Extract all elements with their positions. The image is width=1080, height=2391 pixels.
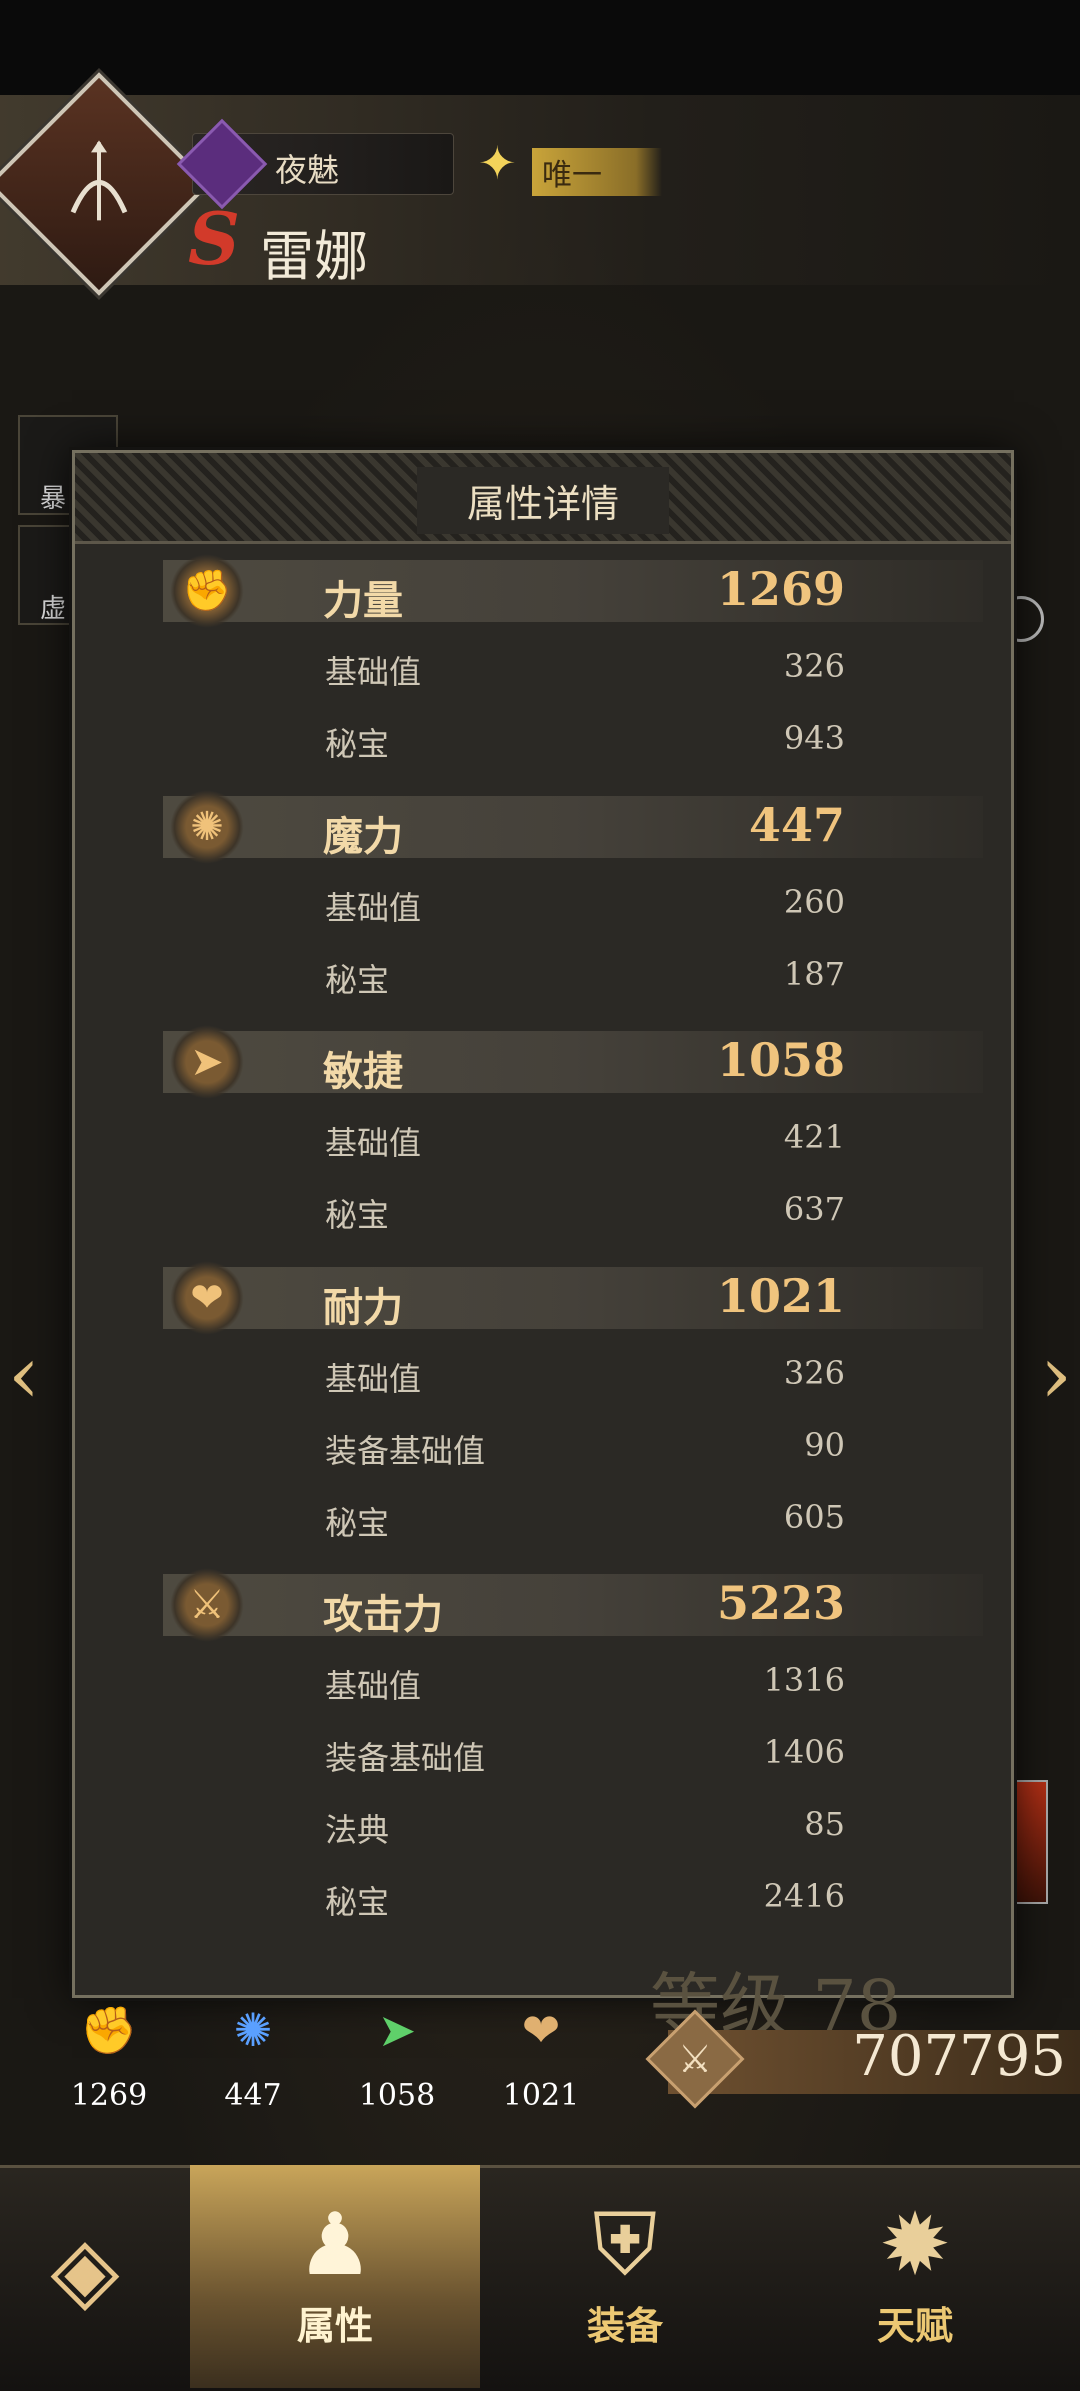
- stat-name: 耐力: [323, 1284, 403, 1331]
- body-icon: ♟: [296, 2195, 374, 2295]
- row-label: 基础值: [325, 653, 422, 691]
- modal-title: 属性详情: [416, 467, 669, 534]
- stat-header: [163, 560, 983, 622]
- stat-name: 敏捷: [323, 1048, 403, 1095]
- stat-row: 装备基础值 1406: [75, 1717, 1011, 1789]
- prev-hero-arrow-icon[interactable]: ‹: [8, 1310, 48, 1440]
- tab-label: 天赋: [876, 2303, 953, 2348]
- stat-row: 秘宝 605: [75, 1482, 1011, 1554]
- row-value: 326: [783, 647, 845, 685]
- row-value: 85: [804, 1805, 845, 1843]
- row-label: 基础值: [325, 1124, 422, 1162]
- crossed-swords-icon: ⚔: [170, 1568, 244, 1642]
- row-value: 90: [804, 1426, 845, 1464]
- stat-name: 攻击力: [323, 1591, 443, 1638]
- row-label: 秘宝: [325, 725, 390, 763]
- stat-header: [163, 1267, 983, 1329]
- tab-talent[interactable]: ✹ 天赋: [770, 2165, 1060, 2388]
- diamond-icon[interactable]: ◈: [30, 2215, 140, 2325]
- attr-summary-stamina[interactable]: ❤ 1021: [486, 1990, 596, 2113]
- stat-total: 1021: [716, 1269, 845, 1323]
- armor-icon: ⛨: [592, 2195, 658, 2295]
- stat-header: [163, 796, 983, 858]
- row-label: 秘宝: [325, 1196, 390, 1234]
- row-label: 法典: [325, 1811, 390, 1849]
- stat-row: 秘宝 943: [75, 703, 1011, 775]
- talent-icon: ✹: [878, 2195, 952, 2295]
- fist-icon: ✊: [80, 2003, 138, 2057]
- tab-attributes[interactable]: ♟ 属性: [190, 2165, 480, 2388]
- stat-row: 秘宝 2416: [75, 1861, 1011, 1933]
- stat-row: 基础值 326: [75, 631, 1011, 703]
- stat-row: 装备基础值 90: [75, 1410, 1011, 1482]
- stat-total: 5223: [716, 1576, 845, 1630]
- row-label: 基础值: [325, 1360, 422, 1398]
- hero-name: 雷娜: [260, 225, 368, 288]
- next-hero-arrow-icon[interactable]: ›: [1032, 1310, 1072, 1440]
- row-value: 1316: [763, 1661, 845, 1699]
- heart-icon: ❤: [170, 1261, 244, 1335]
- side-tile-label: 虚: [40, 594, 67, 624]
- stat-row: 基础值 1316: [75, 1645, 1011, 1717]
- row-label: 基础值: [325, 1667, 422, 1705]
- stat-row: 基础值 326: [75, 1338, 1011, 1410]
- tab-equipment[interactable]: ⛨ 装备: [480, 2165, 770, 2388]
- swirl-icon: ✺: [233, 2003, 273, 2057]
- bow-icon: [70, 140, 128, 221]
- fist-icon: ✊: [170, 554, 244, 628]
- row-value: 260: [783, 883, 845, 921]
- row-value: 326: [783, 1354, 845, 1392]
- stat-total: 447: [748, 798, 845, 852]
- grade-s-icon: S: [188, 196, 240, 281]
- stat-total: 1269: [716, 562, 845, 616]
- tab-label: 装备: [586, 2303, 663, 2348]
- stat-name: 魔力: [323, 813, 403, 860]
- stat-total: 1058: [716, 1033, 845, 1087]
- attr-summary-strength[interactable]: ✊ 1269: [54, 1990, 164, 2113]
- row-label: 装备基础值: [325, 1432, 486, 1470]
- attr-summary-value: 1058: [358, 2078, 436, 2113]
- side-tile-label: 暴: [40, 484, 67, 514]
- boot-icon: ➤: [377, 2003, 417, 2057]
- stat-row: 法典 85: [75, 1789, 1011, 1861]
- stat-row: 基础值 421: [75, 1102, 1011, 1174]
- row-label: 秘宝: [325, 961, 390, 999]
- row-label: 装备基础值: [325, 1739, 486, 1777]
- row-label: 秘宝: [325, 1504, 390, 1542]
- star-icon: ✦: [478, 136, 517, 190]
- stat-row: 秘宝 187: [75, 939, 1011, 1011]
- stat-row: 秘宝 637: [75, 1174, 1011, 1246]
- row-label: 秘宝: [325, 1883, 390, 1921]
- tab-label: 属性: [296, 2303, 373, 2348]
- row-value: 1406: [763, 1733, 845, 1771]
- swirl-icon: ✺: [170, 790, 244, 864]
- row-value: 605: [783, 1498, 845, 1536]
- attr-summary-value: 1269: [70, 2078, 148, 2113]
- attr-summary-value: 1021: [502, 2078, 580, 2113]
- faction-label: 夜魅: [275, 151, 340, 189]
- row-value: 187: [783, 955, 845, 993]
- power-value: 707795: [852, 2024, 1066, 2089]
- boot-icon: ➤: [170, 1025, 244, 1099]
- stat-header: [163, 1031, 983, 1093]
- row-value: 637: [783, 1190, 845, 1228]
- attribute-detail-modal: 属性详情 ✊ 力量 1269 基础值 326 秘宝 943 ✺ 魔力 447 基…: [72, 450, 1014, 1998]
- row-value: 2416: [763, 1877, 845, 1915]
- attr-summary-agility[interactable]: ➤ 1058: [342, 1990, 452, 2113]
- row-value: 421: [783, 1118, 845, 1156]
- attr-summary-magic[interactable]: ✺ 447: [198, 1990, 308, 2113]
- row-value: 943: [783, 719, 845, 757]
- stat-header: [163, 1574, 983, 1636]
- rarity-label: 唯一: [532, 148, 662, 196]
- stat-row: 基础值 260: [75, 867, 1011, 939]
- stat-name: 力量: [323, 577, 403, 624]
- attr-summary-value: 447: [224, 2078, 282, 2113]
- row-label: 基础值: [325, 889, 422, 927]
- heart-icon: ❤: [521, 2003, 561, 2057]
